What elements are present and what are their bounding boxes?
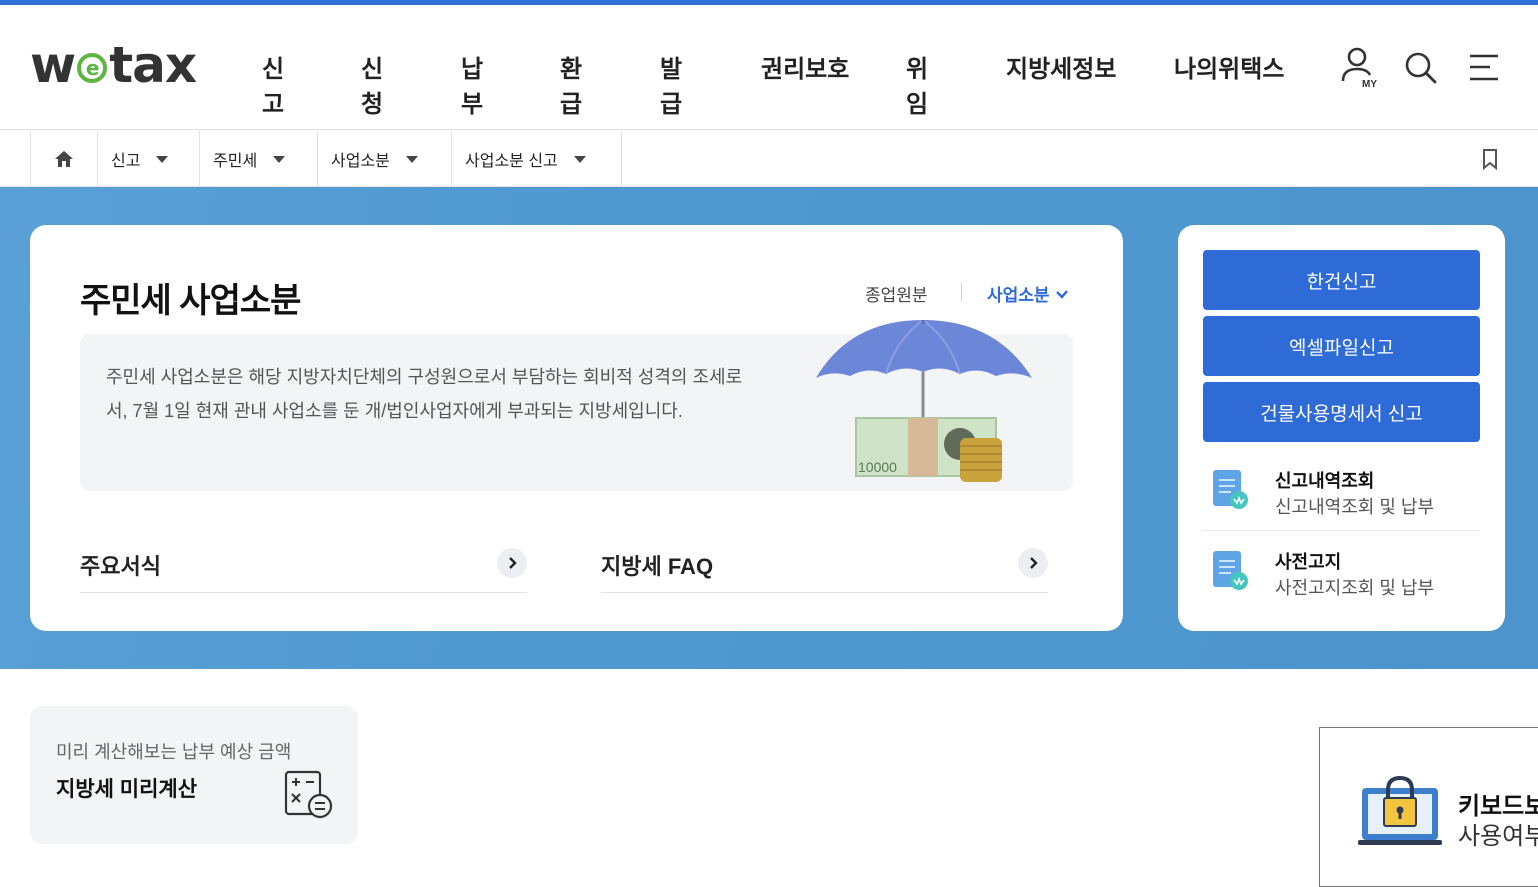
nav-item-my-wetax[interactable]: 나의위택스 — [1174, 49, 1284, 84]
chevron-down-icon — [573, 155, 586, 163]
breadcrumb-item-report[interactable]: 신고 — [97, 131, 199, 187]
tab-business-label: 사업소분 — [987, 286, 1050, 305]
breadcrumb-label: 신고 — [111, 153, 141, 170]
tab-employee[interactable]: 종업원분 — [865, 281, 928, 306]
logo-prefix: w — [30, 36, 76, 94]
breadcrumb-item-business[interactable]: 사업소분 — [317, 131, 451, 187]
site-header: w e tax 신고 신청 납부 환급 발급 권리보호 위임 지방세정보 나의위택스… — [0, 5, 1538, 130]
my-badge: MY — [1362, 79, 1377, 89]
wetax-logo[interactable]: w e tax — [30, 36, 197, 94]
breadcrumb-label: 사업소분 신고 — [465, 153, 558, 170]
breadcrumb-label: 사업소분 — [331, 153, 390, 170]
precalc-subtitle: 미리 계산해보는 납부 예상 금액 — [56, 742, 292, 762]
quick-link-title: 사전고지 — [1275, 552, 1342, 572]
breadcrumb-item-resident-tax[interactable]: 주민세 — [199, 131, 317, 187]
nav-item-local-tax-info[interactable]: 지방세정보 — [1006, 49, 1116, 84]
quick-link-title: 신고내역조회 — [1275, 471, 1375, 491]
chevron-right-icon — [1018, 548, 1048, 578]
quick-link-pre-notice[interactable]: 사전고지 사전고지조회 및 납부 — [1203, 532, 1480, 612]
precalc-title: 지방세 미리계산 — [56, 778, 198, 801]
quick-link-subtitle: 신고내역조회 및 납부 — [1275, 497, 1435, 517]
chevron-down-icon — [273, 155, 286, 163]
tax-precalc-card[interactable]: 미리 계산해보는 납부 예상 금액 지방세 미리계산 — [30, 706, 358, 844]
chevron-down-icon — [156, 155, 169, 163]
menu-icon[interactable] — [1468, 53, 1502, 83]
my-page-icon[interactable]: MY — [1340, 45, 1380, 89]
keyboard-popup-subtitle: 사용여부 — [1458, 823, 1538, 850]
divider — [961, 283, 962, 301]
link-main-forms[interactable]: 주요서식 — [80, 541, 527, 593]
link-main-forms-label: 주요서식 — [80, 554, 161, 579]
lock-laptop-icon — [1358, 774, 1442, 851]
logo-suffix: tax — [109, 36, 197, 94]
single-report-button[interactable]: 한건신고 — [1203, 250, 1480, 310]
bookmark-icon[interactable] — [1480, 148, 1500, 175]
tab-business[interactable]: 사업소분 — [987, 281, 1069, 306]
nav-item-refund[interactable]: 환급 — [560, 49, 582, 119]
nav-item-report[interactable]: 신고 — [262, 49, 284, 119]
description-box: 주민세 사업소분은 해당 지방자치단체의 구성원으로서 부담하는 회비적 성격의… — [80, 320, 1073, 491]
building-usage-report-button[interactable]: 건물사용명세서 신고 — [1203, 382, 1480, 442]
excel-file-report-button[interactable]: 엑셀파일신고 — [1203, 316, 1480, 376]
quick-link-report-history[interactable]: 신고내역조회 신고내역조회 및 납부 — [1203, 451, 1480, 531]
document-pay-icon — [1211, 468, 1251, 517]
breadcrumb-item-business-report[interactable]: 사업소분 신고 — [451, 131, 622, 187]
search-icon[interactable] — [1404, 51, 1438, 85]
chevron-down-icon — [405, 155, 418, 163]
description-text: 주민세 사업소분은 해당 지방자치단체의 구성원으로서 부담하는 회비적 성격의… — [106, 367, 743, 421]
side-card: 한건신고 엑셀파일신고 건물사용명세서 신고 신고내역조회 신고내역조회 및 납… — [1178, 225, 1505, 631]
nav-item-rights[interactable]: 권리보호 — [761, 49, 849, 84]
breadcrumb: 신고 주민세 사업소분 사업소분 신고 — [0, 131, 1538, 187]
breadcrumb-label: 주민세 — [213, 153, 258, 170]
main-card: 주민세 사업소분 종업원분 사업소분 주민세 사업소분은 해당 지방자치단체의 … — [30, 225, 1123, 631]
link-local-tax-faq-label: 지방세 FAQ — [601, 554, 714, 579]
link-local-tax-faq[interactable]: 지방세 FAQ — [601, 541, 1048, 593]
chevron-right-icon — [497, 548, 527, 578]
logo-e: e — [77, 53, 108, 83]
home-icon[interactable] — [30, 131, 97, 187]
document-pay-icon — [1211, 549, 1251, 598]
nav-item-delegation[interactable]: 위임 — [906, 49, 928, 119]
quick-link-subtitle: 사전고지조회 및 납부 — [1275, 578, 1435, 598]
page-title: 주민세 사업소분 — [80, 282, 301, 320]
nav-item-payment[interactable]: 납부 — [461, 49, 483, 119]
nav-item-apply[interactable]: 신청 — [361, 49, 383, 119]
nav-item-issue[interactable]: 발급 — [660, 49, 682, 119]
check-icon — [1055, 289, 1068, 299]
calculator-icon — [284, 770, 334, 825]
banknote-text: 10000 — [858, 459, 897, 475]
umbrella-money-illustration: 10000 — [816, 320, 1032, 482]
keyboard-security-popup[interactable]: 키보드보 사용여부 — [1319, 727, 1538, 887]
